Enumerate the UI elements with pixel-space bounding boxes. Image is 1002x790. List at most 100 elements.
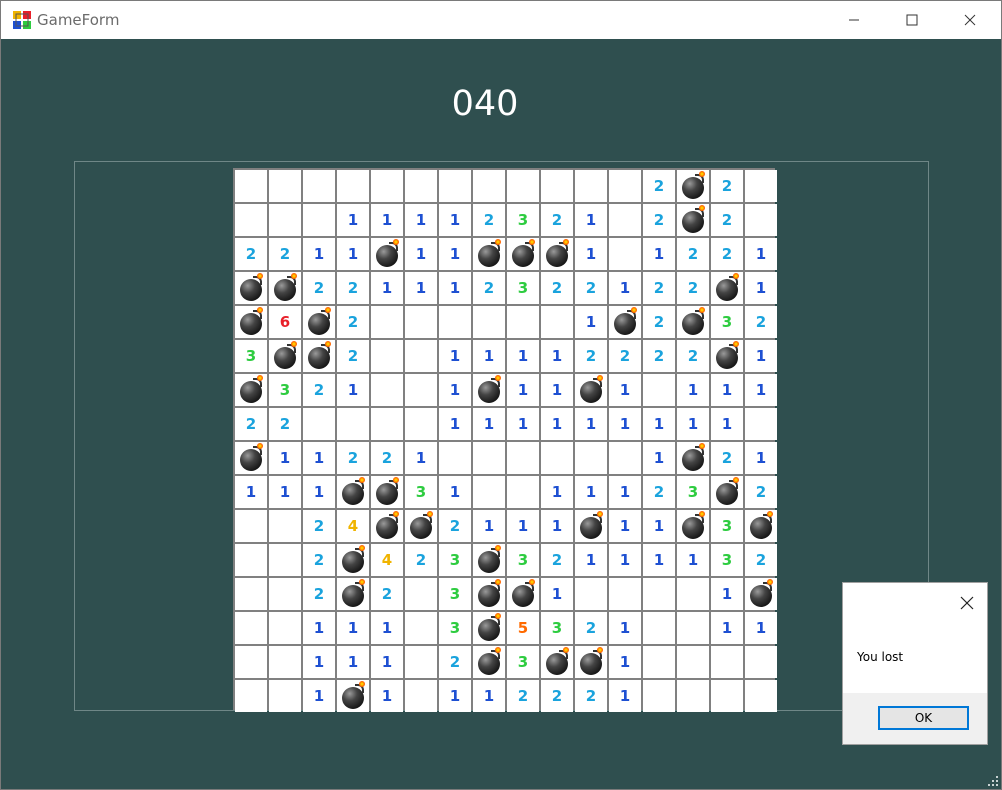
grid-cell[interactable]	[541, 170, 573, 202]
grid-cell[interactable]	[269, 646, 301, 678]
grid-cell[interactable]	[745, 680, 777, 712]
grid-cell[interactable]	[235, 612, 267, 644]
grid-cell[interactable]	[269, 544, 301, 576]
grid-cell[interactable]: 1	[609, 272, 641, 304]
grid-cell[interactable]	[439, 442, 471, 474]
grid-cell[interactable]	[337, 544, 369, 576]
grid-cell[interactable]: 2	[371, 578, 403, 610]
grid-cell[interactable]	[235, 306, 267, 338]
grid-cell[interactable]	[235, 510, 267, 542]
grid-cell[interactable]	[677, 578, 709, 610]
grid-cell[interactable]	[745, 408, 777, 440]
grid-cell[interactable]	[677, 170, 709, 202]
grid-cell[interactable]	[269, 204, 301, 236]
grid-cell[interactable]: 1	[711, 612, 743, 644]
grid-cell[interactable]: 1	[745, 272, 777, 304]
grid-cell[interactable]: 4	[337, 510, 369, 542]
grid-cell[interactable]	[541, 646, 573, 678]
grid-cell[interactable]: 3	[269, 374, 301, 406]
grid-cell[interactable]	[677, 646, 709, 678]
grid-cell[interactable]: 1	[575, 306, 607, 338]
grid-cell[interactable]: 1	[507, 340, 539, 372]
grid-cell[interactable]: 2	[303, 272, 335, 304]
grid-cell[interactable]	[405, 408, 437, 440]
grid-cell[interactable]: 2	[575, 612, 607, 644]
grid-cell[interactable]: 2	[745, 544, 777, 576]
grid-cell[interactable]: 2	[575, 680, 607, 712]
grid-cell[interactable]: 1	[541, 578, 573, 610]
grid-cell[interactable]	[235, 544, 267, 576]
grid-cell[interactable]: 1	[439, 476, 471, 508]
grid-cell[interactable]: 3	[541, 612, 573, 644]
grid-cell[interactable]: 2	[643, 476, 675, 508]
grid-cell[interactable]: 2	[439, 646, 471, 678]
grid-cell[interactable]: 2	[541, 544, 573, 576]
grid-cell[interactable]: 2	[575, 340, 607, 372]
grid-cell[interactable]: 1	[439, 680, 471, 712]
grid-cell[interactable]: 2	[235, 238, 267, 270]
grid-cell[interactable]: 1	[439, 340, 471, 372]
grid-cell[interactable]	[507, 476, 539, 508]
grid-cell[interactable]: 2	[303, 544, 335, 576]
grid-cell[interactable]	[711, 476, 743, 508]
grid-cell[interactable]	[337, 170, 369, 202]
grid-cell[interactable]	[575, 442, 607, 474]
grid-cell[interactable]: 1	[609, 374, 641, 406]
grid-cell[interactable]	[677, 442, 709, 474]
grid-cell[interactable]: 1	[541, 476, 573, 508]
grid-cell[interactable]: 1	[473, 680, 505, 712]
grid-cell[interactable]	[507, 442, 539, 474]
grid-cell[interactable]: 1	[609, 612, 641, 644]
grid-cell[interactable]	[439, 306, 471, 338]
grid-cell[interactable]: 2	[541, 272, 573, 304]
grid-cell[interactable]: 1	[711, 578, 743, 610]
grid-cell[interactable]: 1	[371, 646, 403, 678]
grid-cell[interactable]: 4	[371, 544, 403, 576]
grid-cell[interactable]: 1	[677, 408, 709, 440]
grid-cell[interactable]: 1	[643, 408, 675, 440]
grid-cell[interactable]	[745, 170, 777, 202]
grid-cell[interactable]	[269, 578, 301, 610]
grid-cell[interactable]	[609, 238, 641, 270]
grid-cell[interactable]: 2	[643, 204, 675, 236]
grid-cell[interactable]: 1	[303, 442, 335, 474]
grid-cell[interactable]: 1	[575, 204, 607, 236]
grid-cell[interactable]	[677, 680, 709, 712]
grid-cell[interactable]	[643, 374, 675, 406]
grid-cell[interactable]	[643, 646, 675, 678]
grid-cell[interactable]: 3	[711, 510, 743, 542]
grid-cell[interactable]: 3	[677, 476, 709, 508]
grid-cell[interactable]: 3	[235, 340, 267, 372]
grid-cell[interactable]	[575, 646, 607, 678]
grid-cell[interactable]	[473, 476, 505, 508]
grid-cell[interactable]: 2	[643, 272, 675, 304]
grid-cell[interactable]: 1	[609, 510, 641, 542]
grid-cell[interactable]: 3	[711, 544, 743, 576]
grid-cell[interactable]: 1	[303, 476, 335, 508]
grid-cell[interactable]	[643, 578, 675, 610]
grid-cell[interactable]: 2	[711, 238, 743, 270]
grid-cell[interactable]: 1	[575, 544, 607, 576]
grid-cell[interactable]: 1	[439, 272, 471, 304]
grid-cell[interactable]	[235, 204, 267, 236]
grid-cell[interactable]: 1	[745, 238, 777, 270]
grid-cell[interactable]	[303, 170, 335, 202]
grid-cell[interactable]	[303, 408, 335, 440]
grid-cell[interactable]: 2	[643, 340, 675, 372]
grid-cell[interactable]: 1	[303, 680, 335, 712]
grid-cell[interactable]: 2	[541, 680, 573, 712]
grid-cell[interactable]	[609, 442, 641, 474]
grid-cell[interactable]	[711, 340, 743, 372]
title-bar[interactable]: GameForm	[1, 1, 1001, 39]
grid-cell[interactable]: 1	[745, 374, 777, 406]
grid-cell[interactable]: 2	[711, 442, 743, 474]
grid-cell[interactable]	[269, 272, 301, 304]
grid-cell[interactable]: 3	[405, 476, 437, 508]
grid-cell[interactable]	[473, 238, 505, 270]
grid-cell[interactable]: 2	[609, 340, 641, 372]
grid-cell[interactable]: 2	[235, 408, 267, 440]
grid-cell[interactable]	[473, 646, 505, 678]
grid-cell[interactable]: 2	[405, 544, 437, 576]
grid-cell[interactable]: 1	[439, 204, 471, 236]
grid-cell[interactable]	[575, 510, 607, 542]
